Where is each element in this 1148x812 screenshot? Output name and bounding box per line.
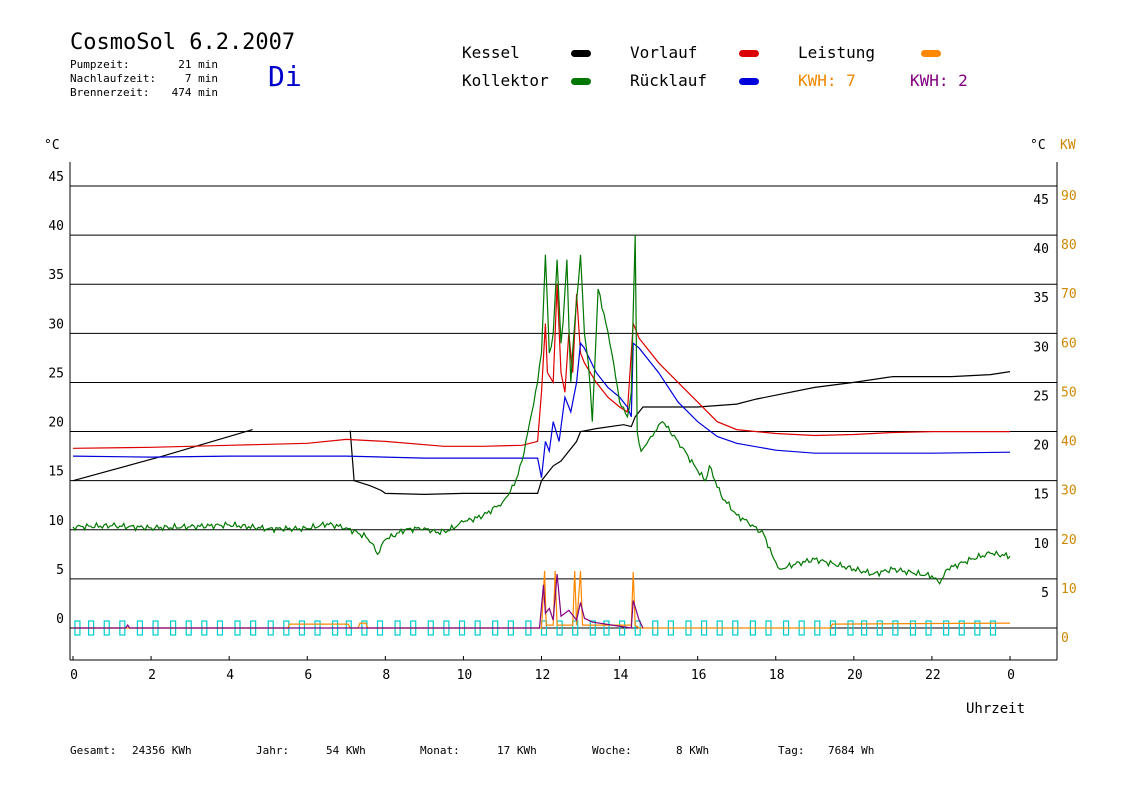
y-tick-label-right: 30	[1033, 340, 1049, 355]
footer-gesamt-value: 24356 KWh	[132, 744, 192, 757]
y-tick-label-left: 10	[48, 514, 64, 529]
x-tick-label: 10	[457, 668, 473, 683]
y-tick-label-kw: 10	[1061, 582, 1077, 597]
footer-monat-label: Monat:	[420, 744, 460, 757]
y-axis-kw-unit: KW	[1060, 138, 1076, 153]
y-tick-label-left: 40	[48, 219, 64, 234]
footer-woche-value: 8 KWh	[676, 744, 710, 757]
x-tick-label: 8	[382, 668, 390, 683]
x-tick-label: 0	[1007, 668, 1015, 683]
y-tick-label-left: 25	[48, 366, 64, 381]
x-axis-label: Uhrzeit	[966, 701, 1026, 717]
x-tick-label: 2	[148, 668, 156, 683]
axis-layer: 0510152025303540455101520253035404501020…	[48, 162, 1077, 683]
footer-jahr-value: 54 KWh	[326, 744, 366, 757]
y-tick-label-kw: 0	[1061, 631, 1069, 646]
y-axis-left-unit: °C	[44, 138, 60, 153]
y-tick-label-left: 0	[56, 612, 64, 627]
x-tick-label: 4	[226, 668, 234, 683]
y-tick-label-right: 10	[1033, 537, 1049, 552]
y-tick-label-kw: 30	[1061, 484, 1077, 499]
footer-jahr-label: Jahr:	[256, 744, 290, 757]
y-axis-right-unit: °C	[1030, 138, 1046, 153]
y-tick-label-kw: 40	[1061, 435, 1077, 450]
footer-tag-label: Tag:	[778, 744, 805, 757]
y-tick-label-right: 35	[1033, 291, 1049, 306]
y-tick-label-left: 20	[48, 416, 64, 431]
footer-tag-value: 7684 Wh	[828, 744, 875, 757]
y-tick-label-kw: 50	[1061, 385, 1077, 400]
x-tick-label: 22	[925, 668, 941, 683]
footer-gesamt-label: Gesamt:	[70, 744, 117, 757]
footer-woche-label: Woche:	[592, 744, 632, 757]
x-tick-label: 12	[535, 668, 551, 683]
x-tick-label: 6	[304, 668, 312, 683]
y-tick-label-right: 20	[1033, 439, 1049, 454]
footer-monat-value: 17 KWh	[497, 744, 537, 757]
series-line-kollektor	[72, 235, 1011, 586]
y-tick-label-kw: 70	[1061, 287, 1077, 302]
series-line-leistung	[73, 570, 1011, 629]
y-tick-label-kw: 90	[1061, 189, 1077, 204]
y-tick-label-right: 25	[1033, 389, 1049, 404]
x-tick-label: 14	[613, 668, 629, 683]
y-tick-label-right: 40	[1033, 242, 1049, 257]
y-tick-label-left: 45	[48, 170, 64, 185]
x-tick-label: 18	[769, 668, 785, 683]
y-tick-label-right: 5	[1041, 586, 1049, 601]
y-tick-label-kw: 20	[1061, 533, 1077, 548]
y-tick-label-kw: 80	[1061, 238, 1077, 253]
y-tick-label-kw: 60	[1061, 336, 1077, 351]
temperature-chart: 0510152025303540455101520253035404501020…	[48, 162, 1077, 683]
x-tick-label: 0	[70, 668, 78, 683]
y-tick-label-right: 45	[1033, 193, 1049, 208]
y-tick-label-left: 30	[48, 317, 64, 332]
series-line-vorlauf	[72, 284, 1010, 449]
y-tick-label-left: 35	[48, 268, 64, 283]
y-tick-label-left: 15	[48, 465, 64, 480]
series-line-ruecklauf	[72, 341, 1011, 478]
y-tick-label-right: 15	[1033, 488, 1049, 503]
y-tick-label-left: 5	[56, 563, 64, 578]
x-tick-label: 16	[691, 668, 707, 683]
x-tick-label: 20	[847, 668, 863, 683]
